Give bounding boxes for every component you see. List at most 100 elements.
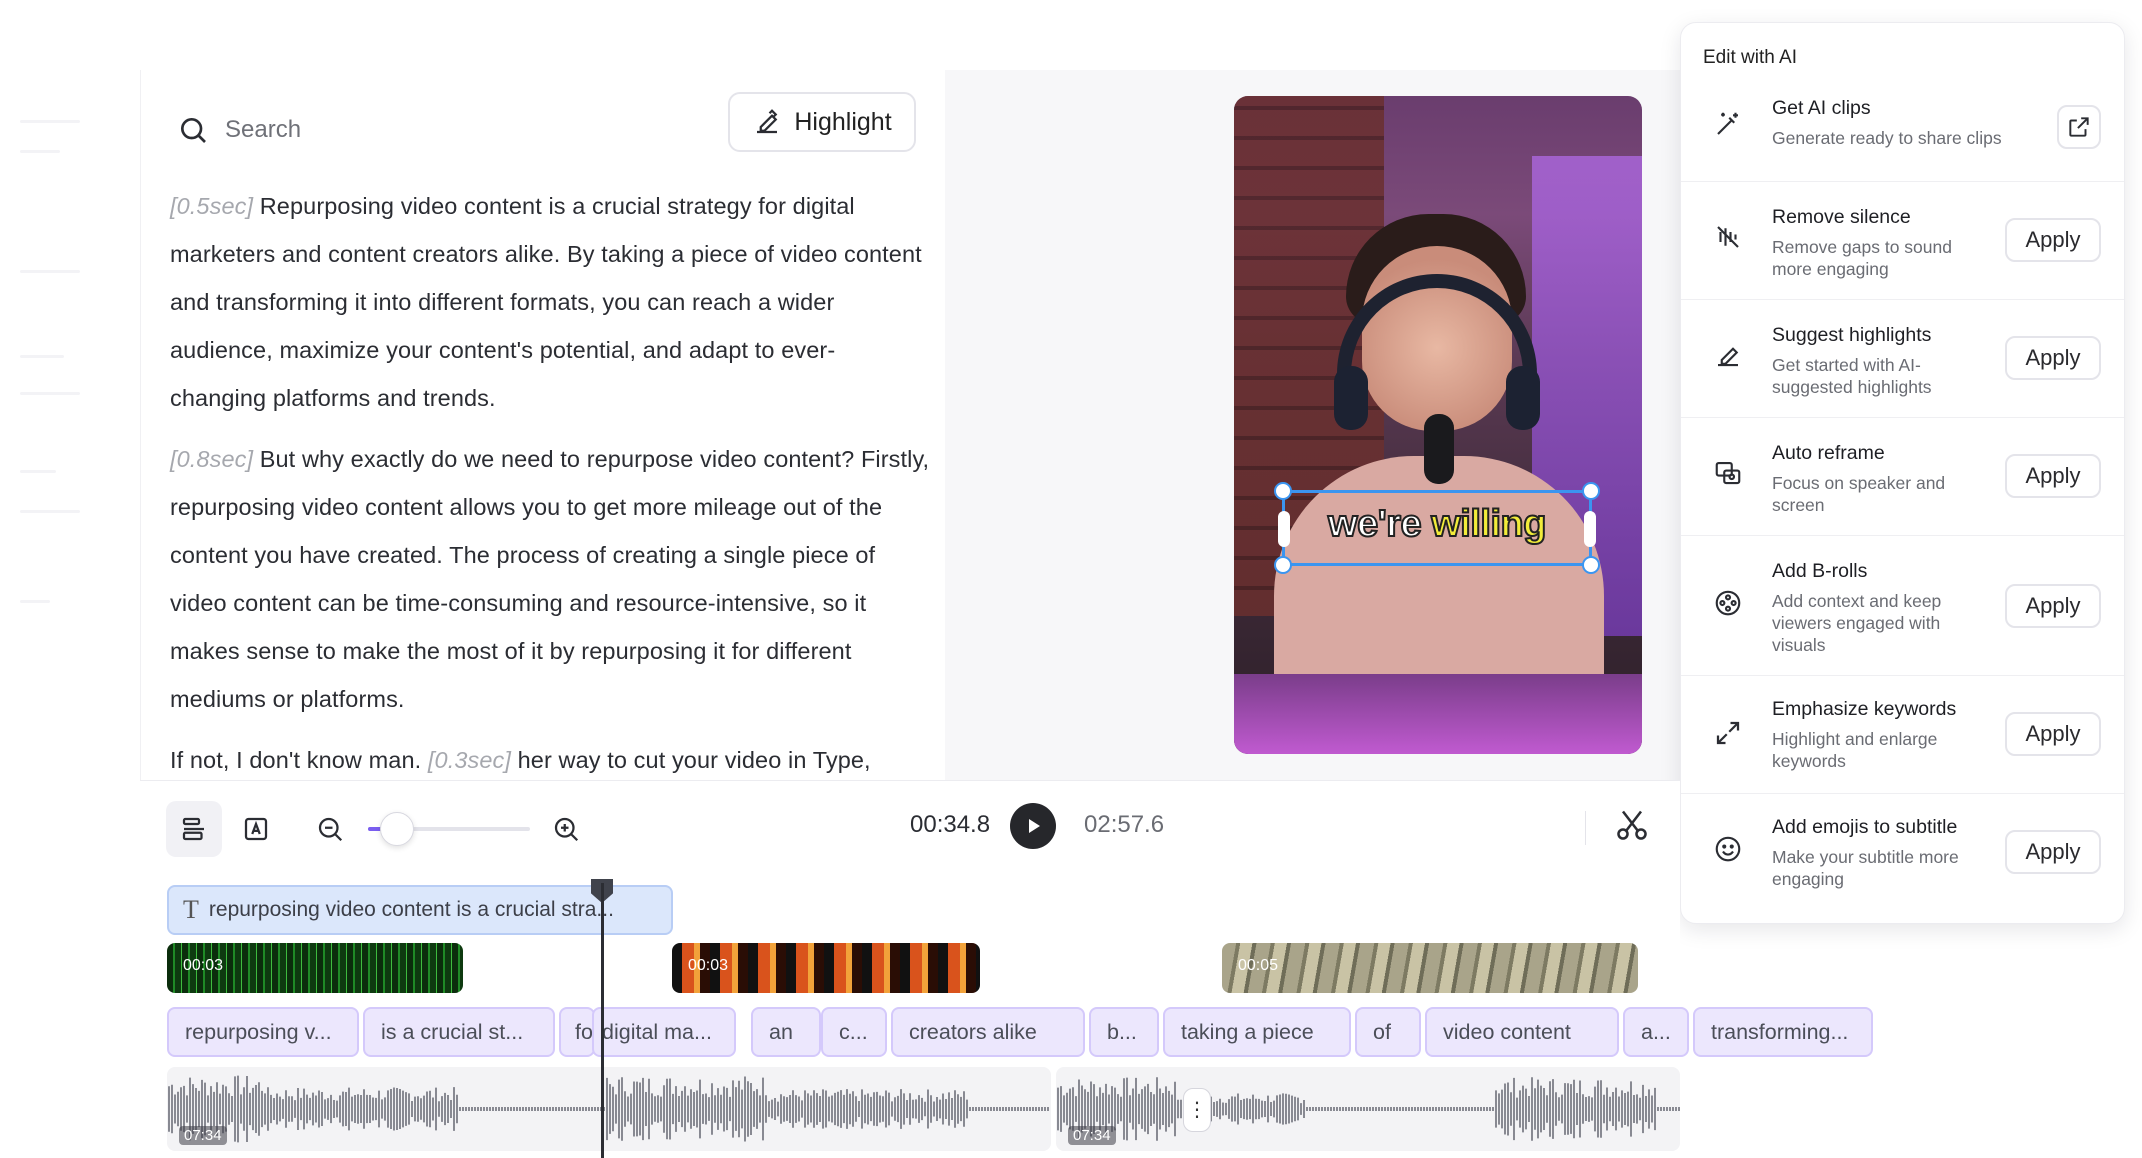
ai-item-add-b-rolls[interactable]: Add B-rolls Add context and keep viewers… — [1681, 535, 2124, 675]
zoom-out-button[interactable] — [302, 801, 358, 857]
ai-item-auto-reframe[interactable]: Auto reframe Focus on speaker and screen… — [1681, 417, 2124, 535]
word-chip[interactable]: taking a piece — [1163, 1007, 1351, 1057]
highlight-button[interactable]: Highlight — [728, 92, 916, 152]
zoom-slider-knob[interactable] — [380, 812, 415, 846]
smiley-icon — [1713, 834, 1743, 864]
apply-button[interactable]: Apply — [2005, 584, 2101, 628]
clip-duration: 00:03 — [688, 957, 729, 974]
ai-item-desc: Make your subtitle more engaging — [1772, 847, 1959, 889]
transcript-mode-button[interactable] — [166, 801, 222, 857]
apply-button[interactable]: Apply — [2005, 336, 2101, 380]
waveform-off-icon — [1713, 222, 1743, 252]
split-button[interactable] — [1614, 807, 1654, 847]
word-chip[interactable]: repurposing v... — [167, 1007, 359, 1057]
ai-item-add-emojis[interactable]: Add emojis to subtitle Make your subtitl… — [1681, 793, 2124, 911]
transcript-paragraph[interactable]: If not, I don't know man. [0.3sec] her w… — [170, 736, 930, 780]
transcript-paragraph[interactable]: [0.8sec] But why exactly do we need to r… — [170, 435, 930, 723]
word-chip[interactable]: a... — [1623, 1007, 1689, 1057]
word-chip[interactable]: transforming... — [1693, 1007, 1873, 1057]
highlighter-icon — [757, 109, 778, 134]
waveform-graphic — [168, 1075, 1049, 1143]
ai-item-desc: Focus on speaker and screen — [1772, 473, 1946, 515]
word-chip[interactable]: digital ma... — [592, 1007, 736, 1057]
broll-clip[interactable]: 00:05 — [1222, 943, 1638, 993]
ai-item-desc: Generate ready to share clips — [1772, 128, 2002, 148]
zoom-out-icon — [318, 817, 343, 842]
timeline-panel: 00:34.8 02:57.6 T repurposing video cont… — [140, 780, 1873, 1158]
film-reel-icon — [1713, 588, 1743, 618]
timestamp: [0.5sec] — [170, 193, 254, 219]
clip-duration: 00:05 — [1238, 957, 1279, 974]
paragraph-text: If not, I don't know man. — [170, 747, 428, 773]
resize-handle[interactable] — [1274, 556, 1292, 574]
headset-ear-right — [1506, 366, 1540, 430]
search-placeholder[interactable]: Search — [225, 116, 301, 144]
caption-text[interactable]: we're willing — [1285, 502, 1589, 546]
word-chip[interactable]: creators alike — [891, 1007, 1085, 1057]
word-chip[interactable]: is a crucial st... — [363, 1007, 555, 1057]
edit-with-ai-panel: Edit with AI Get AI clips Generate ready… — [1680, 22, 2125, 924]
word-chip[interactable]: an — [751, 1007, 821, 1057]
caption-style-button[interactable] — [228, 801, 284, 857]
ai-item-desc: Remove gaps to sound more engaging — [1772, 237, 1952, 279]
reframe-icon — [1713, 458, 1743, 488]
desk — [1234, 674, 1642, 754]
microphone — [1424, 414, 1454, 484]
word-chip[interactable]: of — [1355, 1007, 1421, 1057]
transcript-panel: Search Highlight [0.5sec] Repurposing vi… — [140, 70, 945, 780]
audio-duration: 07:34 — [1068, 1126, 1116, 1145]
timestamp: [0.3sec] — [427, 747, 511, 773]
scissors-icon — [1617, 810, 1647, 840]
zoom-in-button[interactable] — [538, 801, 594, 857]
playhead[interactable] — [601, 883, 604, 1158]
panel-title: Edit with AI — [1703, 47, 1797, 68]
resize-handle[interactable] — [1274, 482, 1292, 500]
resize-handle[interactable] — [1582, 482, 1600, 500]
expand-arrows-icon — [1713, 718, 1743, 748]
open-external-button[interactable] — [2057, 105, 2101, 149]
transcript-paragraph[interactable]: [0.5sec] Repurposing video content is a … — [170, 182, 930, 422]
word-chip[interactable]: b... — [1089, 1007, 1159, 1057]
broll-clip[interactable]: 00:03 — [167, 943, 463, 993]
audio-waveform[interactable]: 07:34 — [167, 1067, 1051, 1151]
track-split-handle[interactable]: ⋮ — [1183, 1088, 1211, 1132]
headset-ear-left — [1334, 366, 1368, 430]
magic-wand-icon — [1713, 109, 1743, 139]
ai-item-desc: Get started with AI-suggested highlights — [1772, 355, 1932, 397]
apply-button[interactable]: Apply — [2005, 218, 2101, 262]
apply-button[interactable]: Apply — [2005, 830, 2101, 874]
ai-item-get-clips[interactable]: Get AI clips Generate ready to share cli… — [1681, 71, 2124, 181]
audio-duration: 07:34 — [179, 1126, 227, 1145]
apply-button[interactable]: Apply — [2005, 712, 2101, 756]
text-type-icon: T — [183, 895, 199, 924]
highlighter-icon — [1713, 340, 1743, 370]
caption-selection-box[interactable]: we're willing — [1274, 482, 1600, 574]
text-align-icon — [182, 817, 204, 841]
word-chip[interactable]: c... — [821, 1007, 887, 1057]
ai-item-remove-silence[interactable]: Remove silence Remove gaps to sound more… — [1681, 181, 2124, 299]
zoom-slider[interactable] — [368, 812, 530, 846]
broll-clip[interactable]: 00:03 — [672, 943, 980, 993]
text-box-icon — [244, 817, 268, 841]
ai-item-name: Remove silence — [1772, 206, 1911, 228]
resize-handle[interactable] — [1582, 556, 1600, 574]
ai-item-emphasize-keywords[interactable]: Emphasize keywords Highlight and enlarge… — [1681, 675, 2124, 793]
play-button[interactable] — [1010, 803, 1056, 849]
ai-item-desc: Add context and keep viewers engaged wit… — [1772, 591, 1942, 655]
external-link-icon — [2069, 117, 2089, 137]
search-bar[interactable]: Search — [177, 102, 301, 158]
apply-button[interactable]: Apply — [2005, 454, 2101, 498]
ai-item-name: Add emojis to subtitle — [1772, 816, 1958, 838]
video-preview[interactable]: we're willing — [1234, 96, 1642, 754]
ai-item-suggest-highlights[interactable]: Suggest highlights Get started with AI-s… — [1681, 299, 2124, 417]
word-chip[interactable]: video content — [1425, 1007, 1619, 1057]
paragraph-text: her way to cut your video in Type, — [511, 747, 871, 773]
text-track-label: repurposing video content is a crucial s… — [208, 898, 614, 921]
ai-item-desc: Highlight and enlarge keywords — [1772, 729, 1938, 771]
transcript-text[interactable]: [0.5sec] Repurposing video content is a … — [170, 182, 930, 780]
zoom-in-icon — [554, 817, 579, 842]
total-time: 02:57.6 — [1084, 811, 1165, 838]
ai-item-name: Auto reframe — [1772, 442, 1885, 464]
audio-waveform[interactable]: 07:34 — [1056, 1067, 1680, 1151]
word-chip[interactable]: fo — [559, 1007, 595, 1057]
